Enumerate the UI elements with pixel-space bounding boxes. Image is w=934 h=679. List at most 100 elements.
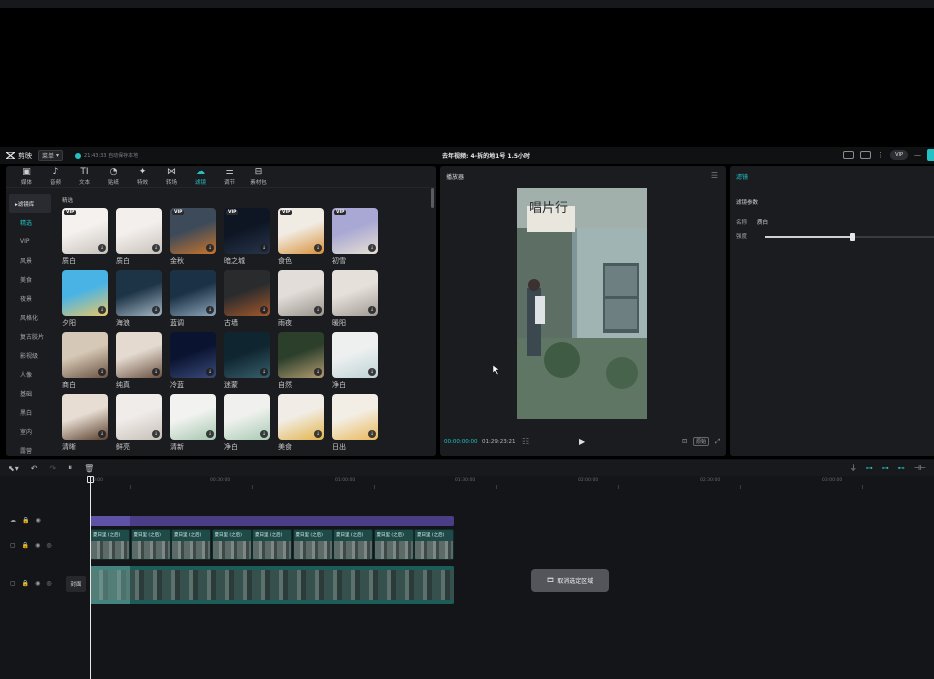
subtitle-clip[interactable]: 夏日里 (之后)	[333, 529, 373, 560]
sidebar-item[interactable]: 影视级	[6, 346, 54, 365]
sidebar-head[interactable]: ▸滤镜库	[9, 194, 51, 213]
filter-tile[interactable]: ↓ 海浪	[116, 270, 162, 327]
filter-tile[interactable]: ↓ 清晰	[62, 394, 108, 451]
link-icon[interactable]: ⊶	[882, 464, 889, 472]
download-icon[interactable]: ↓	[152, 306, 160, 314]
download-icon[interactable]: ↓	[206, 368, 214, 376]
download-icon[interactable]: ↓	[152, 430, 160, 438]
filter-tile[interactable]: ↓ 自然	[278, 332, 324, 389]
deselect-toast[interactable]: 🎞 取消选定区域	[531, 569, 609, 592]
more-icon[interactable]: ⋮	[877, 151, 884, 159]
sidebar-item[interactable]: VIP	[6, 232, 54, 251]
download-icon[interactable]: ↓	[368, 368, 376, 376]
timecode-icon[interactable]: ☷	[522, 437, 529, 446]
download-icon[interactable]: ↓	[260, 244, 268, 252]
link-main-icon[interactable]: ⊶	[866, 464, 873, 472]
mic-icon[interactable]: ⏚	[850, 463, 857, 473]
download-icon[interactable]: ↓	[206, 244, 214, 252]
ratio-button[interactable]: 原始	[693, 437, 710, 446]
subtitle-clip[interactable]: 夏日里 (之后)	[171, 529, 211, 560]
sidebar-item[interactable]: 露营	[6, 441, 54, 460]
download-icon[interactable]: ↓	[98, 430, 106, 438]
filter-tile[interactable]: ↓ 净白	[224, 394, 270, 451]
tab-effects[interactable]: ✦ 特效	[128, 166, 157, 187]
download-icon[interactable]: ↓	[368, 430, 376, 438]
scrollbar[interactable]	[431, 188, 434, 208]
main-video-clip[interactable]	[90, 566, 454, 604]
fit-icon[interactable]: ⊡	[682, 438, 687, 445]
snap-icon[interactable]: ⊷	[898, 464, 905, 472]
lock-icon[interactable]: 🔒	[22, 580, 29, 587]
filter-tile[interactable]: ↓ 暖阳	[332, 270, 378, 327]
sidebar-item[interactable]: 精选	[6, 213, 54, 232]
filter-clip[interactable]: ⊙ 质白	[90, 516, 454, 526]
download-icon[interactable]: ↓	[260, 430, 268, 438]
download-icon[interactable]: ↓	[314, 306, 322, 314]
download-icon[interactable]: ↓	[152, 368, 160, 376]
tab-sticker[interactable]: ◔ 贴纸	[99, 166, 128, 187]
select-tool-icon[interactable]: ⬉▾	[8, 464, 19, 473]
download-icon[interactable]: ↓	[152, 244, 160, 252]
eye-icon[interactable]: ◉	[35, 542, 40, 549]
timeline[interactable]: 00:00 00:30:00 01:00:00 01:30:00 02:00:0…	[0, 476, 934, 679]
fullscreen-icon[interactable]: ⤢	[715, 438, 720, 446]
filter-tile[interactable]: ↓ 美食	[278, 394, 324, 451]
playhead-handle[interactable]	[87, 476, 94, 483]
filter-tile[interactable]: VIP ↓ 食色	[278, 208, 324, 265]
filter-tile[interactable]: VIP ↓ 质白	[62, 208, 108, 265]
tab-audio[interactable]: ♪ 音频	[41, 166, 70, 187]
project-title[interactable]: 去年视频: 4-拆的地1号 1.5小时	[442, 151, 530, 160]
menu-button[interactable]: 菜单 ▾	[38, 150, 64, 161]
filter-tile[interactable]: ↓ 日出	[332, 394, 378, 451]
export-button[interactable]	[927, 149, 934, 161]
play-icon[interactable]: ▶	[579, 437, 585, 446]
playhead[interactable]	[90, 476, 91, 679]
tab-templates[interactable]: ⊟ 素材包	[244, 166, 273, 187]
keyboard-icon[interactable]	[843, 151, 855, 159]
tab-transitions[interactable]: ⋈ 转场	[157, 166, 186, 187]
eye-icon[interactable]: ◉	[35, 517, 40, 524]
download-icon[interactable]: ↓	[368, 306, 376, 314]
filter-tile[interactable]: ↓ 迷蒙	[224, 332, 270, 389]
download-icon[interactable]: ↓	[260, 306, 268, 314]
tab-adjust[interactable]: ⚌ 调节	[215, 166, 244, 187]
sidebar-item[interactable]: 夜景	[6, 289, 54, 308]
layout-icon[interactable]	[860, 151, 872, 159]
filter-tile[interactable]: VIP ↓ 暗之城	[224, 208, 270, 265]
subtitle-clip[interactable]: 夏日里 (之后)	[373, 529, 414, 560]
download-icon[interactable]: ↓	[206, 306, 214, 314]
subtitle-clip[interactable]: 夏日里 (之后)	[252, 529, 292, 560]
sidebar-item[interactable]: 室内	[6, 422, 54, 441]
download-icon[interactable]: ↓	[368, 244, 376, 252]
lock-icon[interactable]: 🔒	[22, 542, 29, 549]
tab-text[interactable]: TI 文本	[70, 166, 99, 187]
sidebar-item[interactable]: 风格化	[6, 308, 54, 327]
filter-tile[interactable]: ↓ 纯真	[116, 332, 162, 389]
filter-tile[interactable]: ↓ 净白	[332, 332, 378, 389]
filter-tile[interactable]: ↓ 冷蓝	[170, 332, 216, 389]
subtitle-clip[interactable]: 夏日里 (之后)	[130, 529, 171, 560]
tab-media[interactable]: ▣ 媒体	[12, 166, 41, 187]
eye-icon[interactable]: ◉	[35, 580, 40, 587]
sidebar-item[interactable]: 美食	[6, 270, 54, 289]
subtitle-clip[interactable]: 夏日里 (之后)	[90, 529, 130, 560]
filter-tile[interactable]: ↓ 雨夜	[278, 270, 324, 327]
sidebar-item[interactable]: 基础	[6, 384, 54, 403]
video-preview[interactable]: 唱片行	[517, 188, 647, 419]
split-preview-icon[interactable]: ⊣⊢	[914, 464, 926, 472]
menu-icon[interactable]: ☰	[711, 171, 718, 180]
sidebar-item[interactable]: 复古胶片	[6, 327, 54, 346]
download-icon[interactable]: ↓	[314, 368, 322, 376]
delete-icon[interactable]: 🗑	[84, 464, 94, 473]
audio-icon[interactable]: ◎	[46, 542, 51, 549]
filter-tile[interactable]: VIP ↓ 金秋	[170, 208, 216, 265]
download-icon[interactable]: ↓	[314, 430, 322, 438]
sidebar-item[interactable]: 人像	[6, 365, 54, 384]
download-icon[interactable]: ↓	[98, 368, 106, 376]
filter-tile[interactable]: VIP ↓ 初雪	[332, 208, 378, 265]
download-icon[interactable]: ↓	[98, 306, 106, 314]
split-icon[interactable]: ⏸	[68, 463, 72, 473]
tab-filters[interactable]: ☁ 滤镜	[186, 166, 215, 187]
cover-button[interactable]: 封面	[66, 576, 86, 592]
redo-icon[interactable]: ↷	[49, 464, 56, 473]
